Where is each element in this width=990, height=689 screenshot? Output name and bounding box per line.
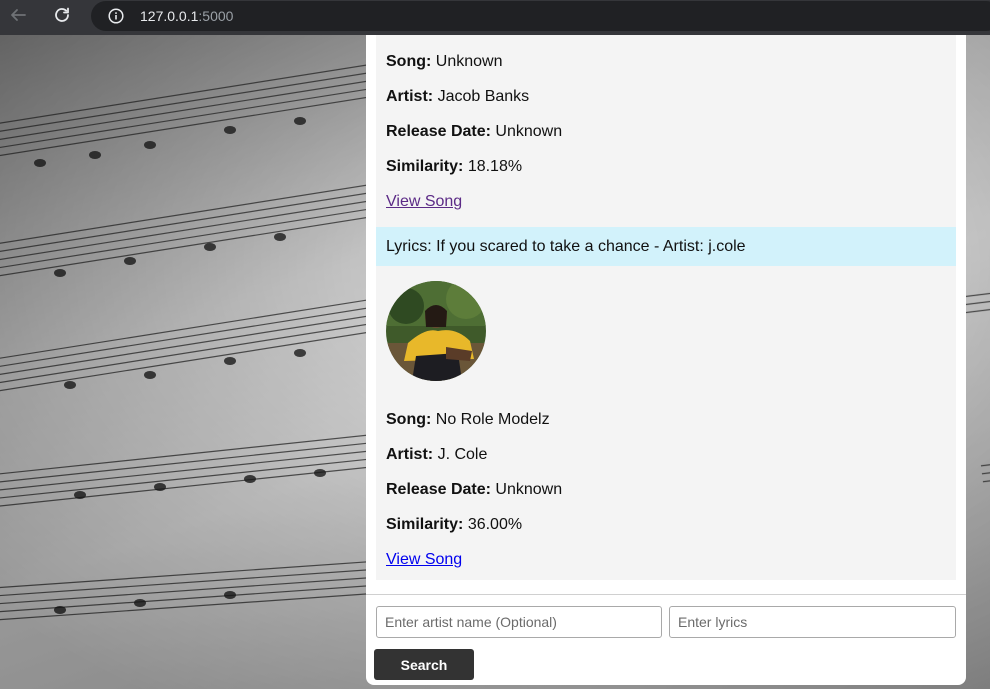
view-song-link[interactable]: View Song [386,192,462,212]
similarity-label: Similarity: [386,158,464,175]
artist-label: Artist: [386,88,434,105]
url-host: 127.0.0.1 [140,8,199,24]
release-date-label: Release Date: [386,123,491,140]
lyrics-query-banner: Lyrics: If you scared to take a chance -… [376,227,956,266]
artist-avatar [386,281,486,381]
artist-label: Artist: [386,446,434,463]
artist-value: Jacob Banks [437,88,530,105]
similarity-value: 36.00% [467,516,523,533]
url-text: 127.0.0.1:5000 [140,8,233,24]
release-date-field: Release Date: Unknown [386,122,562,142]
song-label: Song: [386,411,432,428]
release-date-value: Unknown [495,481,563,498]
search-button[interactable]: Search [374,649,474,680]
release-date-field: Release Date: Unknown [386,480,562,500]
browser-toolbar: 127.0.0.1:5000 [0,0,990,35]
results-list: Song: Unknown Artist: Jacob Banks Releas… [376,35,956,580]
reload-icon [55,7,69,22]
song-value: Unknown [435,53,503,70]
back-button[interactable] [3,0,33,30]
info-icon[interactable] [108,8,124,24]
release-date-value: Unknown [495,123,563,140]
song-label: Song: [386,53,432,70]
divider [366,594,966,595]
reload-button[interactable] [47,0,77,30]
similarity-label: Similarity: [386,516,464,533]
similarity-field: Similarity: 36.00% [386,515,522,535]
song-value: No Role Modelz [435,411,550,428]
view-song-link[interactable]: View Song [386,550,462,570]
artist-field: Artist: J. Cole [386,445,487,465]
artist-name-input[interactable] [376,606,662,638]
arrow-left-icon [11,9,26,21]
address-bar[interactable]: 127.0.0.1:5000 [91,1,990,31]
release-date-label: Release Date: [386,481,491,498]
results-panel: Song: Unknown Artist: Jacob Banks Releas… [366,35,966,685]
artist-value: J. Cole [437,446,488,463]
song-field: Song: No Role Modelz [386,410,550,430]
url-port: :5000 [198,8,234,24]
artist-field: Artist: Jacob Banks [386,87,529,107]
similarity-field: Similarity: 18.18% [386,157,522,177]
song-field: Song: Unknown [386,52,502,72]
similarity-value: 18.18% [467,158,523,175]
lyrics-input[interactable] [669,606,956,638]
